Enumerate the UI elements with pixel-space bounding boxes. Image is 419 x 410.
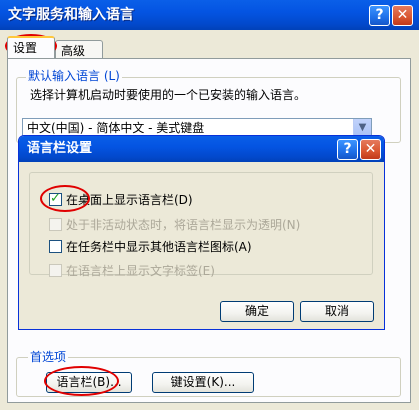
main-window-title: 文字服务和输入语言 [8,7,134,23]
annotation-ellipse-desktop-checkbox [40,185,90,212]
key-settings-button[interactable]: 键设置(K)... [152,372,254,393]
option-text-labels: 在语言栏上显示文字标签(E) [49,262,215,279]
tab-settings[interactable]: 设置 [7,36,55,58]
cancel-button[interactable]: 取消 [300,301,374,322]
default-language-select-value: 中文(中国) - 简体中文 - 美式键盘 [27,121,205,135]
option-taskbar-icons-label: 在任务栏中显示其他语言栏图标(A) [66,240,252,254]
main-close-button[interactable]: ✕ [392,5,413,26]
default-language-group-label: 默认输入语言 (L) [26,69,122,83]
option-taskbar-icons[interactable]: 在任务栏中显示其他语言栏图标(A) [49,238,252,255]
language-bar-settings-dialog: 语言栏设置 ? ✕ 在桌面上显示语言栏(D) 处于非活动状态时，将语言栏显示为透… [18,135,385,330]
tab-advanced[interactable]: 高级 [55,40,103,60]
main-title-bar[interactable]: 文字服务和输入语言 ? ✕ [0,0,419,30]
ok-button[interactable]: 确定 [220,301,294,322]
option-transparent-inactive: 处于非活动状态时，将语言栏显示为透明(N) [49,216,300,233]
checkbox-transparent-inactive [49,218,62,231]
dialog-title: 语言栏设置 [27,141,93,156]
option-text-labels-label: 在语言栏上显示文字标签(E) [66,264,215,278]
checkbox-text-labels [49,264,62,277]
dialog-title-bar[interactable]: 语言栏设置 ? ✕ [19,136,384,162]
main-help-button[interactable]: ? [369,5,390,26]
dialog-close-button[interactable]: ✕ [360,139,381,160]
option-transparent-inactive-label: 处于非活动状态时，将语言栏显示为透明(N) [66,218,301,232]
preferences-group-label: 首选项 [28,350,69,364]
dialog-help-button[interactable]: ? [337,139,358,160]
annotation-ellipse-language-bar-button [44,366,119,396]
default-language-description: 选择计算机启动时要使用的一个已安装的输入语言。 [30,88,307,102]
checkbox-taskbar-icons[interactable] [49,240,62,253]
